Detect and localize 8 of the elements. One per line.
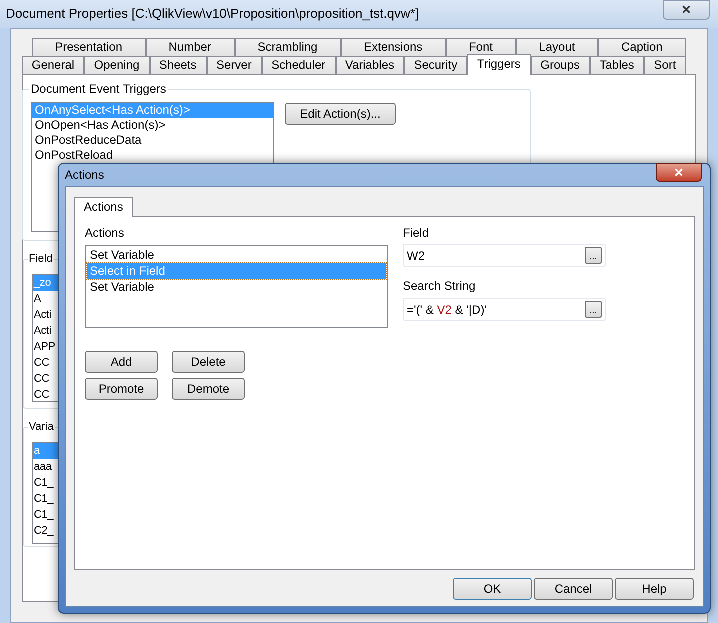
dialog-title: Actions: [65, 167, 104, 184]
actions-label: Actions: [85, 226, 126, 240]
window-title: Document Properties [C:\QlikView\v10\Proposition\proposition_tst.qvw*]: [6, 5, 420, 24]
field-label: Field: [403, 226, 430, 240]
search-string-label: Search String: [403, 279, 477, 293]
group-title: Document Event Triggers: [29, 82, 168, 96]
field-value: W2: [407, 248, 425, 264]
expression-text: ='(' & V2 & '|D)': [407, 302, 487, 318]
